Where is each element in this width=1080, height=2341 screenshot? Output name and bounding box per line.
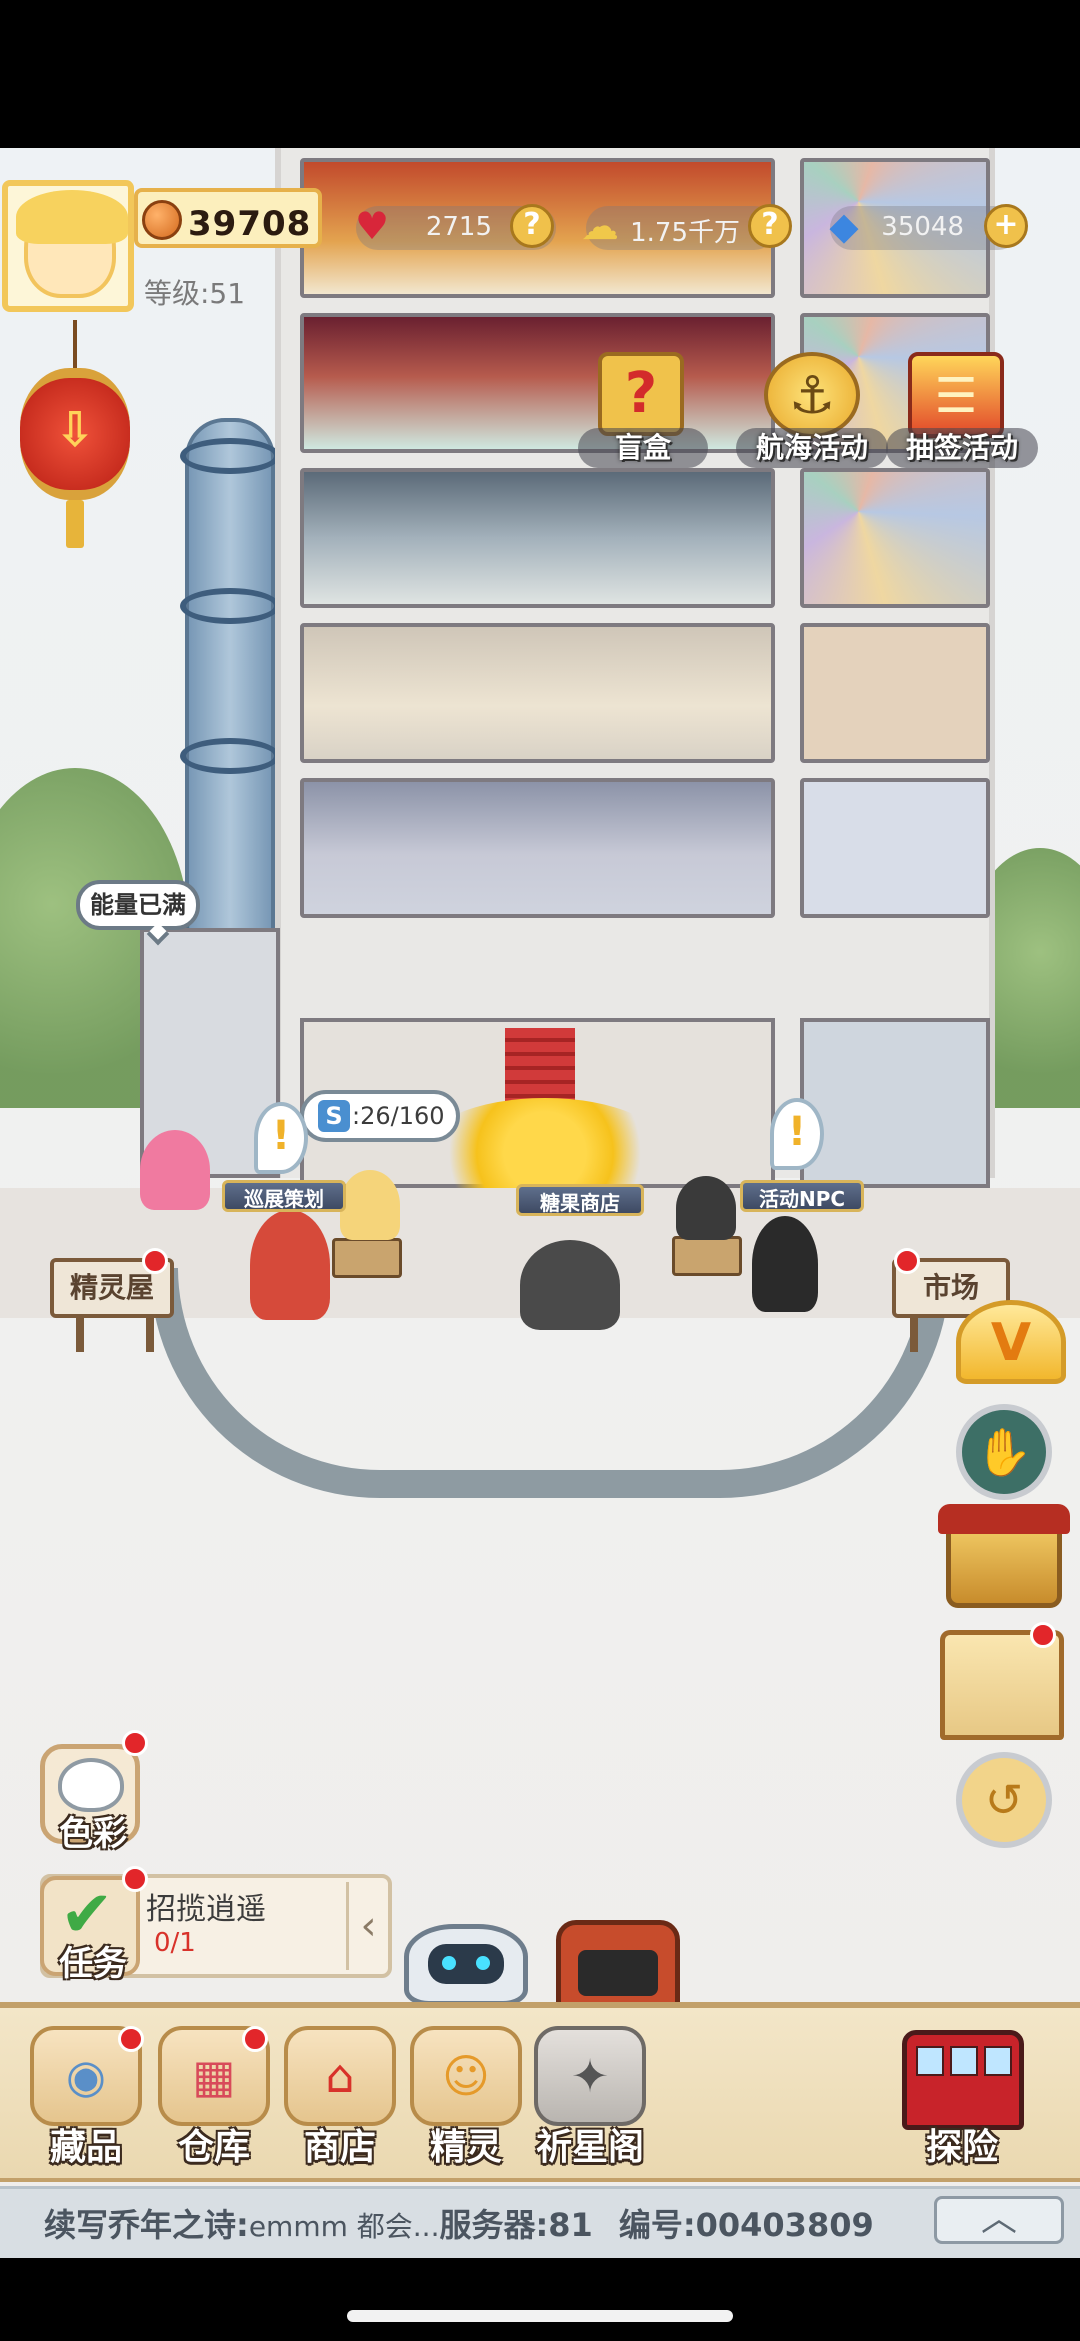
chest-lid (938, 1504, 1070, 1534)
sign-post (910, 1316, 918, 1352)
tube-ring (180, 738, 280, 774)
lottery-event-label[interactable]: 抽签活动 (886, 428, 1038, 468)
blind-box-icon[interactable]: ? (598, 352, 684, 436)
nav-warehouse[interactable]: 仓库 (152, 2118, 276, 2170)
vip-icon[interactable]: V (956, 1300, 1066, 1384)
tube-ring (180, 588, 280, 624)
blind-box-label[interactable]: 盲盒 (578, 428, 708, 468)
home-indicator[interactable] (347, 2310, 733, 2322)
suit-character[interactable] (752, 1216, 818, 1312)
notification-dot (1030, 1622, 1056, 1648)
ticker-line[interactable]: 续写乔年之诗:emmm 都会...服务器:81 编号:00403809 (44, 2200, 874, 2246)
gold-ingot-icon: ☁ (581, 204, 619, 248)
ticker-message: emmm 都会... (248, 2210, 440, 2243)
shop-icon[interactable]: ⌂ (284, 2026, 396, 2126)
sailing-event-label[interactable]: 航海活动 (736, 428, 888, 468)
energy-full-bubble[interactable]: 能量已满 (76, 880, 200, 930)
coin-value: 39708 (188, 204, 312, 244)
task-title: 招揽逍遥 (146, 1892, 266, 1927)
bus-icon[interactable] (902, 2030, 1024, 2130)
nav-shop[interactable]: 商店 (278, 2118, 402, 2170)
notification-dot (122, 1866, 148, 1892)
bus-window (916, 2046, 944, 2076)
expand-chat-icon[interactable]: ︿ (934, 2196, 1064, 2244)
pink-girl-character[interactable] (140, 1130, 210, 1210)
status-bar-area (0, 0, 1080, 148)
gems-value: 35048 (881, 212, 964, 242)
avatar-hair (16, 190, 128, 244)
tube-ring (180, 438, 280, 474)
energy-count: :26/160 (352, 1102, 445, 1130)
side-room-3[interactable] (800, 468, 990, 608)
bottom-safe-area (0, 2258, 1080, 2341)
nav-collection[interactable]: 藏品 (24, 2118, 148, 2170)
lottery-sticks-icon[interactable]: ☰ (908, 352, 1004, 438)
gold-help-button[interactable]: ? (748, 204, 792, 248)
hearts-value: 2715 (425, 212, 492, 242)
robot-eye (476, 1956, 490, 1970)
heart-icon: ♥ (354, 204, 390, 248)
floor-3[interactable] (300, 468, 775, 608)
bus-window (984, 2046, 1012, 2076)
fox-mask-character[interactable] (250, 1210, 330, 1320)
npc-tag-tour[interactable]: 巡展策划 (222, 1180, 346, 1212)
task-progress: 0/1 (154, 1928, 196, 1958)
coin-icon (142, 200, 182, 240)
sign-post (76, 1316, 84, 1352)
entry-gates (800, 1018, 990, 1188)
notification-dot (242, 2026, 268, 2052)
energy-icon: S (318, 1100, 350, 1132)
event-desk (672, 1236, 742, 1276)
anchor-icon[interactable]: ⚓ (764, 352, 860, 438)
glove-icon[interactable]: ✋ (956, 1404, 1052, 1500)
npc-tag-candy[interactable]: 糖果商店 (516, 1184, 644, 1216)
side-room-lab[interactable] (800, 778, 990, 918)
ticker-prefix: 续写乔年之诗: (44, 2206, 249, 2244)
spirit-icon[interactable]: ☺ (410, 2026, 522, 2126)
event-npc[interactable] (676, 1176, 736, 1240)
hearts-help-button[interactable]: ? (510, 204, 554, 248)
floor-4[interactable] (300, 623, 775, 763)
mascot-face (578, 1950, 658, 1996)
swirl-icon[interactable]: ↺ (956, 1752, 1052, 1848)
nav-spirit[interactable]: 精灵 (404, 2118, 528, 2170)
notification-dot (142, 1248, 168, 1274)
side-room-shop[interactable] (800, 623, 990, 763)
gem-icon: ◆ (829, 204, 859, 248)
exclaim-icon[interactable]: ! (770, 1098, 824, 1170)
tour-planner-npc[interactable] (340, 1170, 400, 1240)
lantern-tassel (66, 500, 84, 548)
robot-eye (442, 1956, 456, 1970)
player-avatar[interactable] (2, 180, 134, 312)
star-pavilion-icon[interactable]: ✦ (534, 2026, 646, 2126)
exclaim-icon[interactable]: ! (254, 1102, 308, 1174)
sign-post (146, 1316, 154, 1352)
tour-desk (332, 1238, 402, 1278)
bus-window (950, 2046, 978, 2076)
notification-dot (894, 1248, 920, 1274)
notification-dot (122, 1730, 148, 1756)
ticker-player-id: 编号:00403809 (618, 2206, 874, 2244)
ticker-server: 服务器:81 (439, 2206, 593, 2244)
npc-tag-event[interactable]: 活动NPC (740, 1180, 864, 1212)
palette-icon (58, 1758, 124, 1812)
notification-dot (118, 2026, 144, 2052)
candy-shop-npc[interactable] (520, 1240, 620, 1330)
gems-add-button[interactable]: + (984, 204, 1028, 248)
floor-2[interactable] (300, 313, 775, 453)
player-level: 等级:51 (144, 277, 246, 310)
collapse-arrow-icon[interactable]: ‹ (346, 1882, 388, 1970)
nav-star-pavilion[interactable]: 祈星阁 (518, 2118, 662, 2170)
lantern-string (73, 320, 77, 370)
nav-explore[interactable]: 探险 (900, 2118, 1024, 2170)
floor-5[interactable] (300, 778, 775, 918)
robot-face (428, 1944, 504, 1984)
task-label[interactable]: 任务 (48, 1936, 138, 1985)
color-label[interactable]: 色彩 (48, 1806, 138, 1855)
down-arrow-icon: ⇩ (54, 402, 96, 458)
gold-value: 1.75千万 (630, 218, 740, 248)
